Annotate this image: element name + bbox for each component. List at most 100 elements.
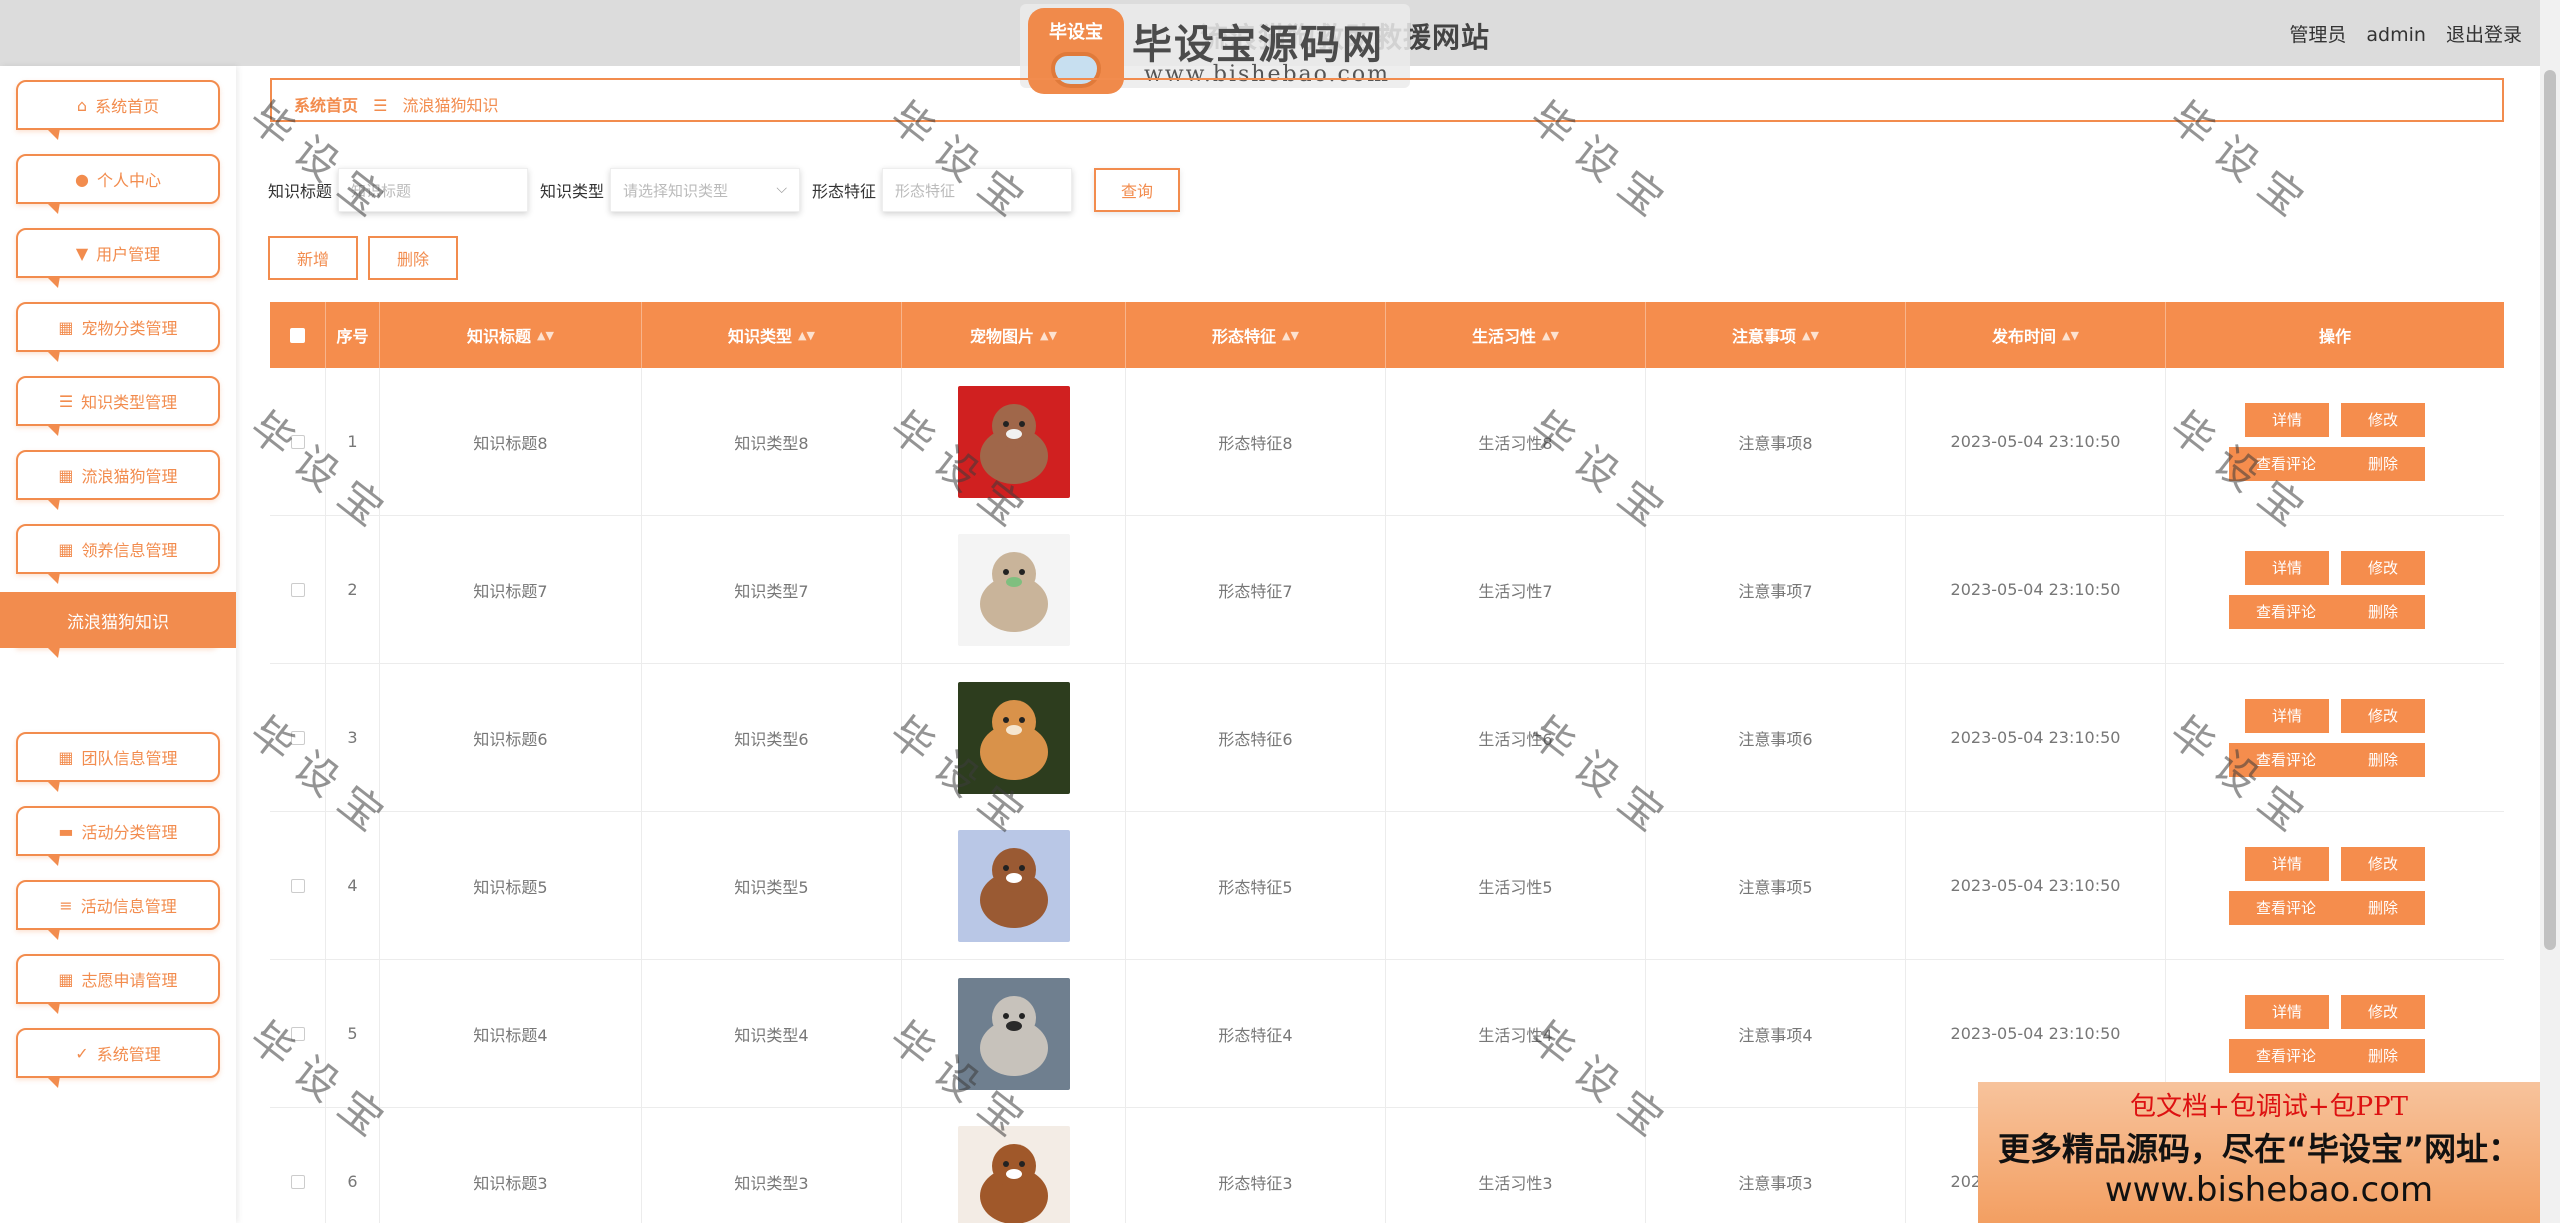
cell-habit: 生活习性6 (1386, 664, 1646, 811)
breadcrumb-home[interactable]: 系统首页 (294, 96, 358, 115)
cell-type: 知识类型5 (642, 812, 902, 959)
row-checkbox[interactable] (290, 730, 305, 745)
sidebar-item-1[interactable]: ● 个人中心 (16, 154, 220, 214)
sidebar-item-label: 宠物分类管理 (81, 319, 178, 338)
promo-banner[interactable]: 包文档+包调试+包PPT 更多精品源码，尽在“毕设宝”网址： www.bishe… (1978, 1082, 2560, 1223)
edit-button[interactable]: 修改 (2341, 402, 2425, 437)
cell-feature: 形态特征4 (1126, 960, 1386, 1107)
promo-line-2: 更多精品源码，尽在“毕设宝”网址： (1998, 1130, 2521, 1168)
type-select[interactable]: 请选择知识类型 ⌵ (610, 168, 801, 212)
col-feature-label: 形态特征 (1212, 327, 1277, 346)
table-row[interactable]: 3 知识标题6 知识类型6 形态特征6 生活习性6 注意事项6 2023-05-04 23:… (270, 664, 2504, 812)
row-checkbox[interactable] (290, 1026, 305, 1041)
sidebar-item-active[interactable]: 流浪猫狗知识 (0, 592, 236, 648)
delete-button[interactable]: 删除 (2341, 1038, 2425, 1073)
grid-icon: ▦ (58, 747, 74, 767)
pet-image[interactable] (957, 681, 1070, 794)
sort-icon[interactable]: ▲▼ (537, 329, 554, 342)
delete-button[interactable]: 删除 (2341, 594, 2425, 629)
sort-icon[interactable]: ▲▼ (1040, 329, 1057, 342)
delete-button[interactable]: 删除 (2341, 742, 2425, 777)
edit-button[interactable]: 修改 (2341, 994, 2425, 1029)
sidebar-item-11[interactable]: ▦ 志愿申请管理 (16, 954, 220, 1014)
user-icon: ● (75, 169, 89, 189)
cell-title: 知识标题8 (380, 368, 642, 515)
edit-button[interactable]: 修改 (2341, 846, 2425, 881)
grid-icon: ▦ (58, 317, 74, 337)
view-comments-button[interactable]: 查看评论 (2229, 742, 2343, 777)
sort-icon[interactable]: ▲▼ (1542, 329, 1559, 342)
view-comments-button[interactable]: 查看评论 (2229, 890, 2343, 925)
sidebar-item-4[interactable]: ☰ 知识类型管理 (16, 376, 220, 436)
row-checkbox[interactable] (290, 434, 305, 449)
col-note[interactable]: 注意事项 ▲▼ (1646, 302, 1906, 368)
col-ops-label: 操作 (2318, 327, 2351, 346)
view-comments-button[interactable]: 查看评论 (2229, 594, 2343, 629)
sidebar-item-8[interactable]: ▦ 团队信息管理 (16, 732, 220, 792)
grid-icon: ▦ (58, 969, 74, 989)
add-button[interactable]: 新增 (268, 236, 358, 280)
view-comments-button[interactable]: 查看评论 (2229, 1038, 2343, 1073)
logout-link[interactable]: 退出登录 (2446, 24, 2522, 46)
title-search-input[interactable]: 知识标题 (338, 168, 529, 212)
col-habit[interactable]: 生活习性 ▲▼ (1386, 302, 1646, 368)
col-type[interactable]: 知识类型 ▲▼ (642, 302, 902, 368)
sidebar-item-3[interactable]: ▦ 宠物分类管理 (16, 302, 220, 362)
row-actions: 详情修改查看评论删除 (2229, 994, 2425, 1073)
sidebar-item-2[interactable]: ▼ 用户管理 (16, 228, 220, 288)
row-select-cell (270, 368, 326, 515)
query-button[interactable]: 查询 (1094, 168, 1181, 212)
grid-icon: ▦ (58, 539, 74, 559)
cell-index: 5 (326, 960, 380, 1107)
sort-icon[interactable]: ▲▼ (798, 329, 815, 342)
col-time[interactable]: 发布时间 ▲▼ (1906, 302, 2166, 368)
page-scrollbar[interactable] (2540, 0, 2560, 1223)
sidebar-item-12[interactable]: ✓ 系统管理 (16, 1028, 220, 1088)
sidebar-item-label: 领养信息管理 (81, 541, 178, 560)
edit-button[interactable]: 修改 (2341, 550, 2425, 585)
cell-habit: 生活习性5 (1386, 812, 1646, 959)
user-role: 管理员 (2289, 24, 2347, 46)
sort-icon[interactable]: ▲▼ (2062, 329, 2079, 342)
col-feature[interactable]: 形态特征 ▲▼ (1126, 302, 1386, 368)
detail-button[interactable]: 详情 (2245, 402, 2329, 437)
cell-ops: 详情修改查看评论删除 (2166, 812, 2504, 959)
detail-button[interactable]: 详情 (2245, 698, 2329, 733)
col-image[interactable]: 宠物图片 ▲▼ (902, 302, 1126, 368)
search-bar: 知识标题 知识标题 知识类型 请选择知识类型 ⌵ 形态特征 形态特征 查询 (268, 168, 1181, 212)
scrollbar-thumb[interactable] (2544, 70, 2556, 950)
delete-button[interactable]: 删除 (2341, 446, 2425, 481)
col-title[interactable]: 知识标题 ▲▼ (380, 302, 642, 368)
pet-image[interactable] (957, 385, 1070, 498)
detail-button[interactable]: 详情 (2245, 994, 2329, 1029)
sidebar-item-9[interactable]: ▬ 活动分类管理 (16, 806, 220, 866)
pet-image[interactable] (957, 829, 1070, 942)
cell-image (902, 664, 1126, 811)
watermark-badge-text: 毕设宝 (1049, 22, 1103, 43)
batch-delete-button[interactable]: 删除 (368, 236, 458, 280)
sidebar-item-6[interactable]: ▦ 领养信息管理 (16, 524, 220, 584)
delete-button[interactable]: 删除 (2341, 890, 2425, 925)
row-checkbox[interactable] (290, 878, 305, 893)
detail-button[interactable]: 详情 (2245, 550, 2329, 585)
sidebar-item-10[interactable]: ≡ 活动信息管理 (16, 880, 220, 940)
pet-image[interactable] (957, 977, 1070, 1090)
sort-icon[interactable]: ▲▼ (1282, 329, 1299, 342)
row-checkbox[interactable] (290, 1174, 305, 1189)
table-row[interactable]: 1 知识标题8 知识类型8 形态特征8 生活习性8 注意事项8 2023-05-04 23:… (270, 368, 2504, 516)
detail-button[interactable]: 详情 (2245, 846, 2329, 881)
pet-image[interactable] (957, 533, 1070, 646)
sort-icon[interactable]: ▲▼ (1802, 329, 1819, 342)
col-habit-label: 生活习性 (1472, 327, 1537, 346)
feature-search-input[interactable]: 形态特征 (882, 168, 1073, 212)
edit-button[interactable]: 修改 (2341, 698, 2425, 733)
sidebar-item-5[interactable]: ▦ 流浪猫狗管理 (16, 450, 220, 510)
table-row[interactable]: 4 知识标题5 知识类型5 形态特征5 生活习性5 注意事项5 2023-05-04 23:… (270, 812, 2504, 960)
view-comments-button[interactable]: 查看评论 (2229, 446, 2343, 481)
breadcrumb: 系统首页 ☰ 流浪猫狗知识 (270, 78, 2504, 122)
sidebar-item-0[interactable]: ⌂ 系统首页 (16, 80, 220, 140)
pet-image[interactable] (957, 1125, 1070, 1223)
row-checkbox[interactable] (290, 582, 305, 597)
select-all-checkbox[interactable] (290, 327, 305, 343)
table-row[interactable]: 2 知识标题7 知识类型7 形态特征7 生活习性7 注意事项7 2023-05-04 23:… (270, 516, 2504, 664)
